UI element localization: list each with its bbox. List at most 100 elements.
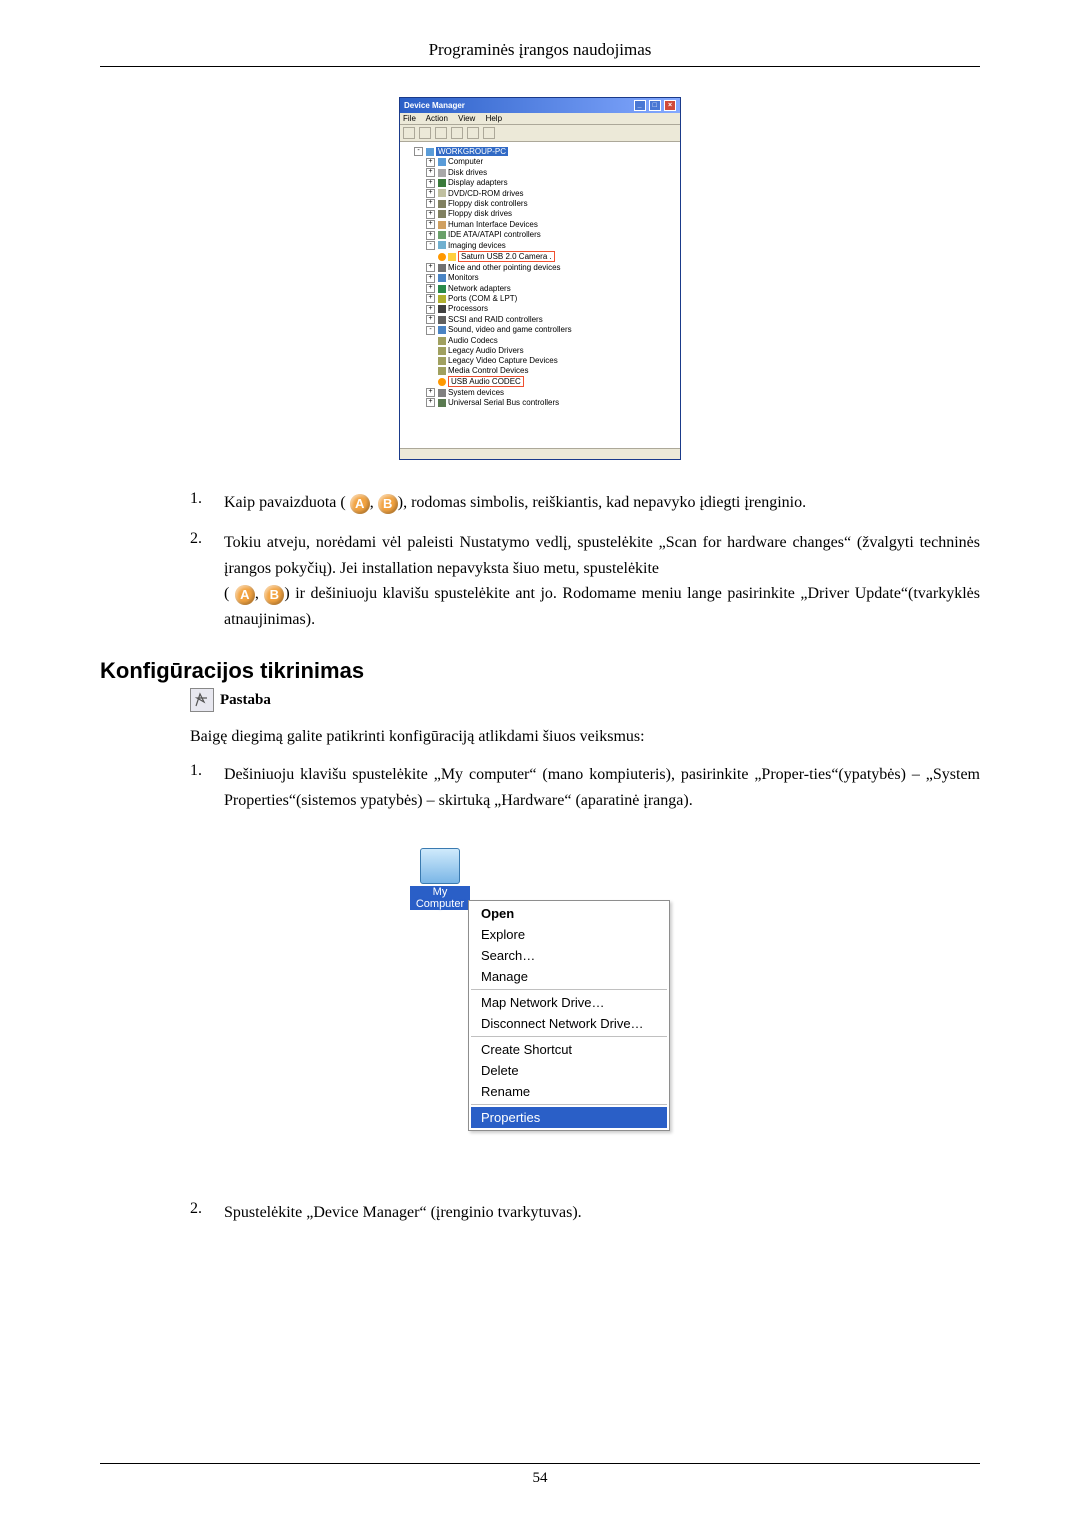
- tree-item[interactable]: IDE ATA/ATAPI controllers: [448, 230, 541, 239]
- tree-item[interactable]: Monitors: [448, 273, 479, 282]
- toolbar-props-icon[interactable]: [435, 127, 447, 139]
- list-body: Tokiu atveju, norėdami vėl paleisti Nust…: [224, 530, 980, 632]
- tree-item[interactable]: Imaging devices: [448, 241, 506, 250]
- toolbar-extra-icon[interactable]: [483, 127, 495, 139]
- menu-separator: [471, 989, 667, 990]
- tree-item[interactable]: Legacy Video Capture Devices: [448, 356, 558, 365]
- tree-expander-icon[interactable]: +: [426, 199, 435, 208]
- tree-item[interactable]: System devices: [448, 388, 504, 397]
- system-icon: [438, 389, 446, 397]
- tree-item[interactable]: Floppy disk drives: [448, 209, 512, 218]
- tree-expander-icon[interactable]: -: [414, 147, 423, 156]
- tree-item-usbaudio[interactable]: USB Audio CODEC: [448, 376, 524, 387]
- tree-item[interactable]: Floppy disk controllers: [448, 199, 528, 208]
- tree-item[interactable]: SCSI and RAID controllers: [448, 315, 543, 324]
- menu-separator: [471, 1036, 667, 1037]
- tree-expander-icon[interactable]: +: [426, 220, 435, 229]
- tree-expander-icon[interactable]: +: [426, 179, 435, 188]
- list-item: 2. Tokiu atveju, norėdami vėl paleisti N…: [190, 530, 980, 632]
- tree-item[interactable]: Ports (COM & LPT): [448, 294, 517, 303]
- codec-icon: [438, 337, 446, 345]
- camera-icon: [448, 253, 456, 261]
- toolbar-back-icon[interactable]: [403, 127, 415, 139]
- tree-expander-icon[interactable]: +: [426, 189, 435, 198]
- tree-expander-icon[interactable]: +: [426, 158, 435, 167]
- menu-item-shortcut[interactable]: Create Shortcut: [471, 1039, 667, 1060]
- computer-icon: [426, 148, 434, 156]
- toolbar-scan-icon[interactable]: [467, 127, 479, 139]
- menu-item-rename[interactable]: Rename: [471, 1081, 667, 1102]
- tree-expander-icon[interactable]: +: [426, 231, 435, 240]
- tree-item[interactable]: Media Control Devices: [448, 366, 528, 375]
- tree-expander-icon[interactable]: +: [426, 315, 435, 324]
- tree-item[interactable]: Mice and other pointing devices: [448, 263, 561, 272]
- tree-expander-icon[interactable]: +: [426, 388, 435, 397]
- menu-item-explore[interactable]: Explore: [471, 924, 667, 945]
- tree-expander-icon[interactable]: -: [426, 241, 435, 250]
- tree-expander-icon[interactable]: +: [426, 168, 435, 177]
- tree-item[interactable]: Audio Codecs: [448, 336, 498, 345]
- menu-item-delete[interactable]: Delete: [471, 1060, 667, 1081]
- list-item: 1. Kaip pavaizduota ( A, B), rodomas sim…: [190, 490, 980, 516]
- tree-expander-icon[interactable]: +: [426, 274, 435, 283]
- menu-item-properties[interactable]: Properties: [471, 1107, 667, 1128]
- mycomputer-icon[interactable]: My Computer: [410, 848, 470, 910]
- tree-expander-icon[interactable]: +: [426, 263, 435, 272]
- monitor-icon: [438, 274, 446, 282]
- display-icon: [438, 179, 446, 187]
- tree-expander-icon[interactable]: +: [426, 294, 435, 303]
- tree-item-camera[interactable]: Saturn USB 2.0 Camera .: [458, 251, 555, 262]
- menu-view[interactable]: View: [458, 114, 475, 123]
- note-label: Pastaba: [220, 692, 271, 709]
- tree-root[interactable]: WORKGROUP-PC: [436, 147, 508, 156]
- menu-item-disconnect-drive[interactable]: Disconnect Network Drive…: [471, 1013, 667, 1034]
- list-body: Kaip pavaizduota ( A, B), rodomas simbol…: [224, 490, 980, 516]
- label-a-icon: A: [235, 585, 255, 605]
- tree-item[interactable]: Legacy Audio Drivers: [448, 346, 524, 355]
- list-number: 1.: [190, 490, 224, 516]
- codec-icon: [438, 357, 446, 365]
- hid-icon: [438, 221, 446, 229]
- tree-expander-icon[interactable]: -: [426, 326, 435, 335]
- tree-expander-icon[interactable]: +: [426, 210, 435, 219]
- text: (: [224, 585, 229, 602]
- menu-item-search[interactable]: Search…: [471, 945, 667, 966]
- tree-item[interactable]: Human Interface Devices: [448, 220, 538, 229]
- cpu-icon: [438, 305, 446, 313]
- menu-file[interactable]: File: [403, 114, 416, 123]
- menu-item-open[interactable]: Open: [471, 903, 667, 924]
- tree-item[interactable]: Sound, video and game controllers: [448, 325, 572, 334]
- tree-item[interactable]: Computer: [448, 157, 483, 166]
- menu-help[interactable]: Help: [486, 114, 502, 123]
- tree-item[interactable]: Disk drives: [448, 168, 487, 177]
- minimize-icon[interactable]: _: [634, 100, 646, 111]
- codec-icon: [438, 367, 446, 375]
- port-icon: [438, 295, 446, 303]
- tree-item[interactable]: DVD/CD-ROM drives: [448, 189, 524, 198]
- disk-icon: [438, 169, 446, 177]
- network-icon: [438, 285, 446, 293]
- toolbar-fwd-icon[interactable]: [419, 127, 431, 139]
- tree-expander-icon[interactable]: +: [426, 284, 435, 293]
- close-icon[interactable]: ×: [664, 100, 676, 111]
- menu-item-manage[interactable]: Manage: [471, 966, 667, 987]
- codec-icon: [438, 347, 446, 355]
- tree-expander-icon[interactable]: +: [426, 305, 435, 314]
- menu-action[interactable]: Action: [426, 114, 448, 123]
- floppy-icon: [438, 210, 446, 218]
- tree-item[interactable]: Universal Serial Bus controllers: [448, 398, 559, 407]
- tree-expander-icon[interactable]: +: [426, 398, 435, 407]
- menu-separator: [471, 1104, 667, 1105]
- menu-item-map-drive[interactable]: Map Network Drive…: [471, 992, 667, 1013]
- text: Tokiu atveju, norėdami vėl paleisti Nust…: [224, 534, 980, 577]
- context-menu: Open Explore Search… Manage Map Network …: [468, 900, 670, 1131]
- toolbar-refresh-icon[interactable]: [451, 127, 463, 139]
- tree-item[interactable]: Processors: [448, 304, 488, 313]
- tree-item[interactable]: Display adapters: [448, 178, 508, 187]
- devmgr-tree: - WORKGROUP-PC + Computer + Disk drives + Di…: [400, 142, 680, 448]
- scsi-icon: [438, 316, 446, 324]
- tree-item[interactable]: Network adapters: [448, 284, 511, 293]
- text: Kaip pavaizduota (: [224, 494, 346, 511]
- maximize-icon[interactable]: □: [649, 100, 661, 111]
- list-number: 1.: [190, 762, 224, 813]
